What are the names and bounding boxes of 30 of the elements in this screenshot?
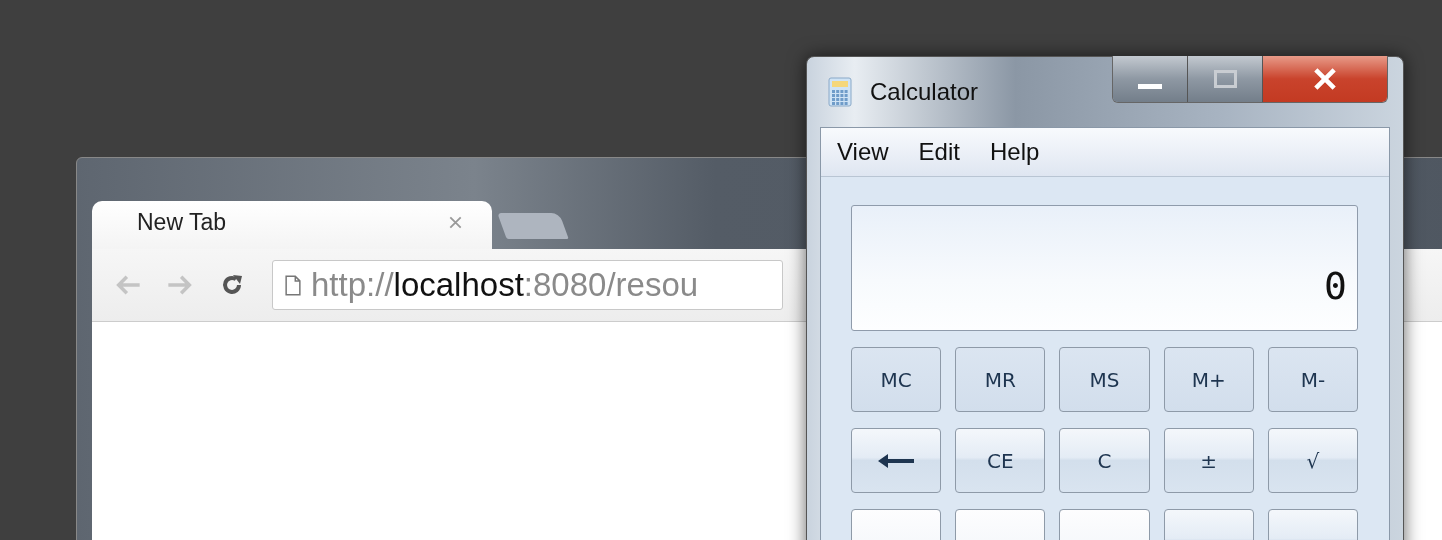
display-value: 0: [1324, 264, 1347, 308]
calculator-key[interactable]: MR: [955, 347, 1046, 412]
forward-icon[interactable]: [166, 273, 194, 297]
tab-title: New Tab: [137, 208, 227, 236]
calculator-key[interactable]: CE: [955, 428, 1046, 493]
calculator-key[interactable]: M+: [1163, 347, 1254, 412]
menu-item[interactable]: View: [837, 138, 889, 166]
calculator-key[interactable]: C: [1059, 428, 1150, 493]
menu-item[interactable]: Edit: [918, 138, 960, 166]
window-title: Calculator: [870, 78, 979, 106]
backspace-arrow-icon: [876, 452, 917, 469]
back-icon[interactable]: [114, 273, 142, 297]
calculator-icon: [828, 77, 852, 107]
maximize-icon: [1213, 70, 1237, 88]
calculator-key[interactable]: M-: [1267, 347, 1358, 412]
calculator-key[interactable]: √: [1267, 428, 1358, 493]
close-icon[interactable]: [449, 215, 462, 229]
calculator-key[interactable]: MS: [1059, 347, 1150, 412]
address-bar[interactable]: http://localhost:8080/resou: [272, 260, 783, 310]
maximize-button[interactable]: [1188, 56, 1263, 102]
calculator-key[interactable]: MC: [851, 347, 942, 412]
menu-item[interactable]: Help: [989, 138, 1040, 166]
calculator-key[interactable]: [851, 428, 942, 493]
url-text: http://localhost:8080/resou: [311, 266, 699, 304]
minimize-button[interactable]: [1113, 56, 1188, 102]
browser-tab[interactable]: New Tab: [92, 201, 492, 249]
close-button[interactable]: [1263, 56, 1387, 102]
page-icon: [285, 274, 301, 296]
minimize-icon: [1138, 83, 1162, 89]
calculator-key[interactable]: ±: [1163, 428, 1254, 493]
